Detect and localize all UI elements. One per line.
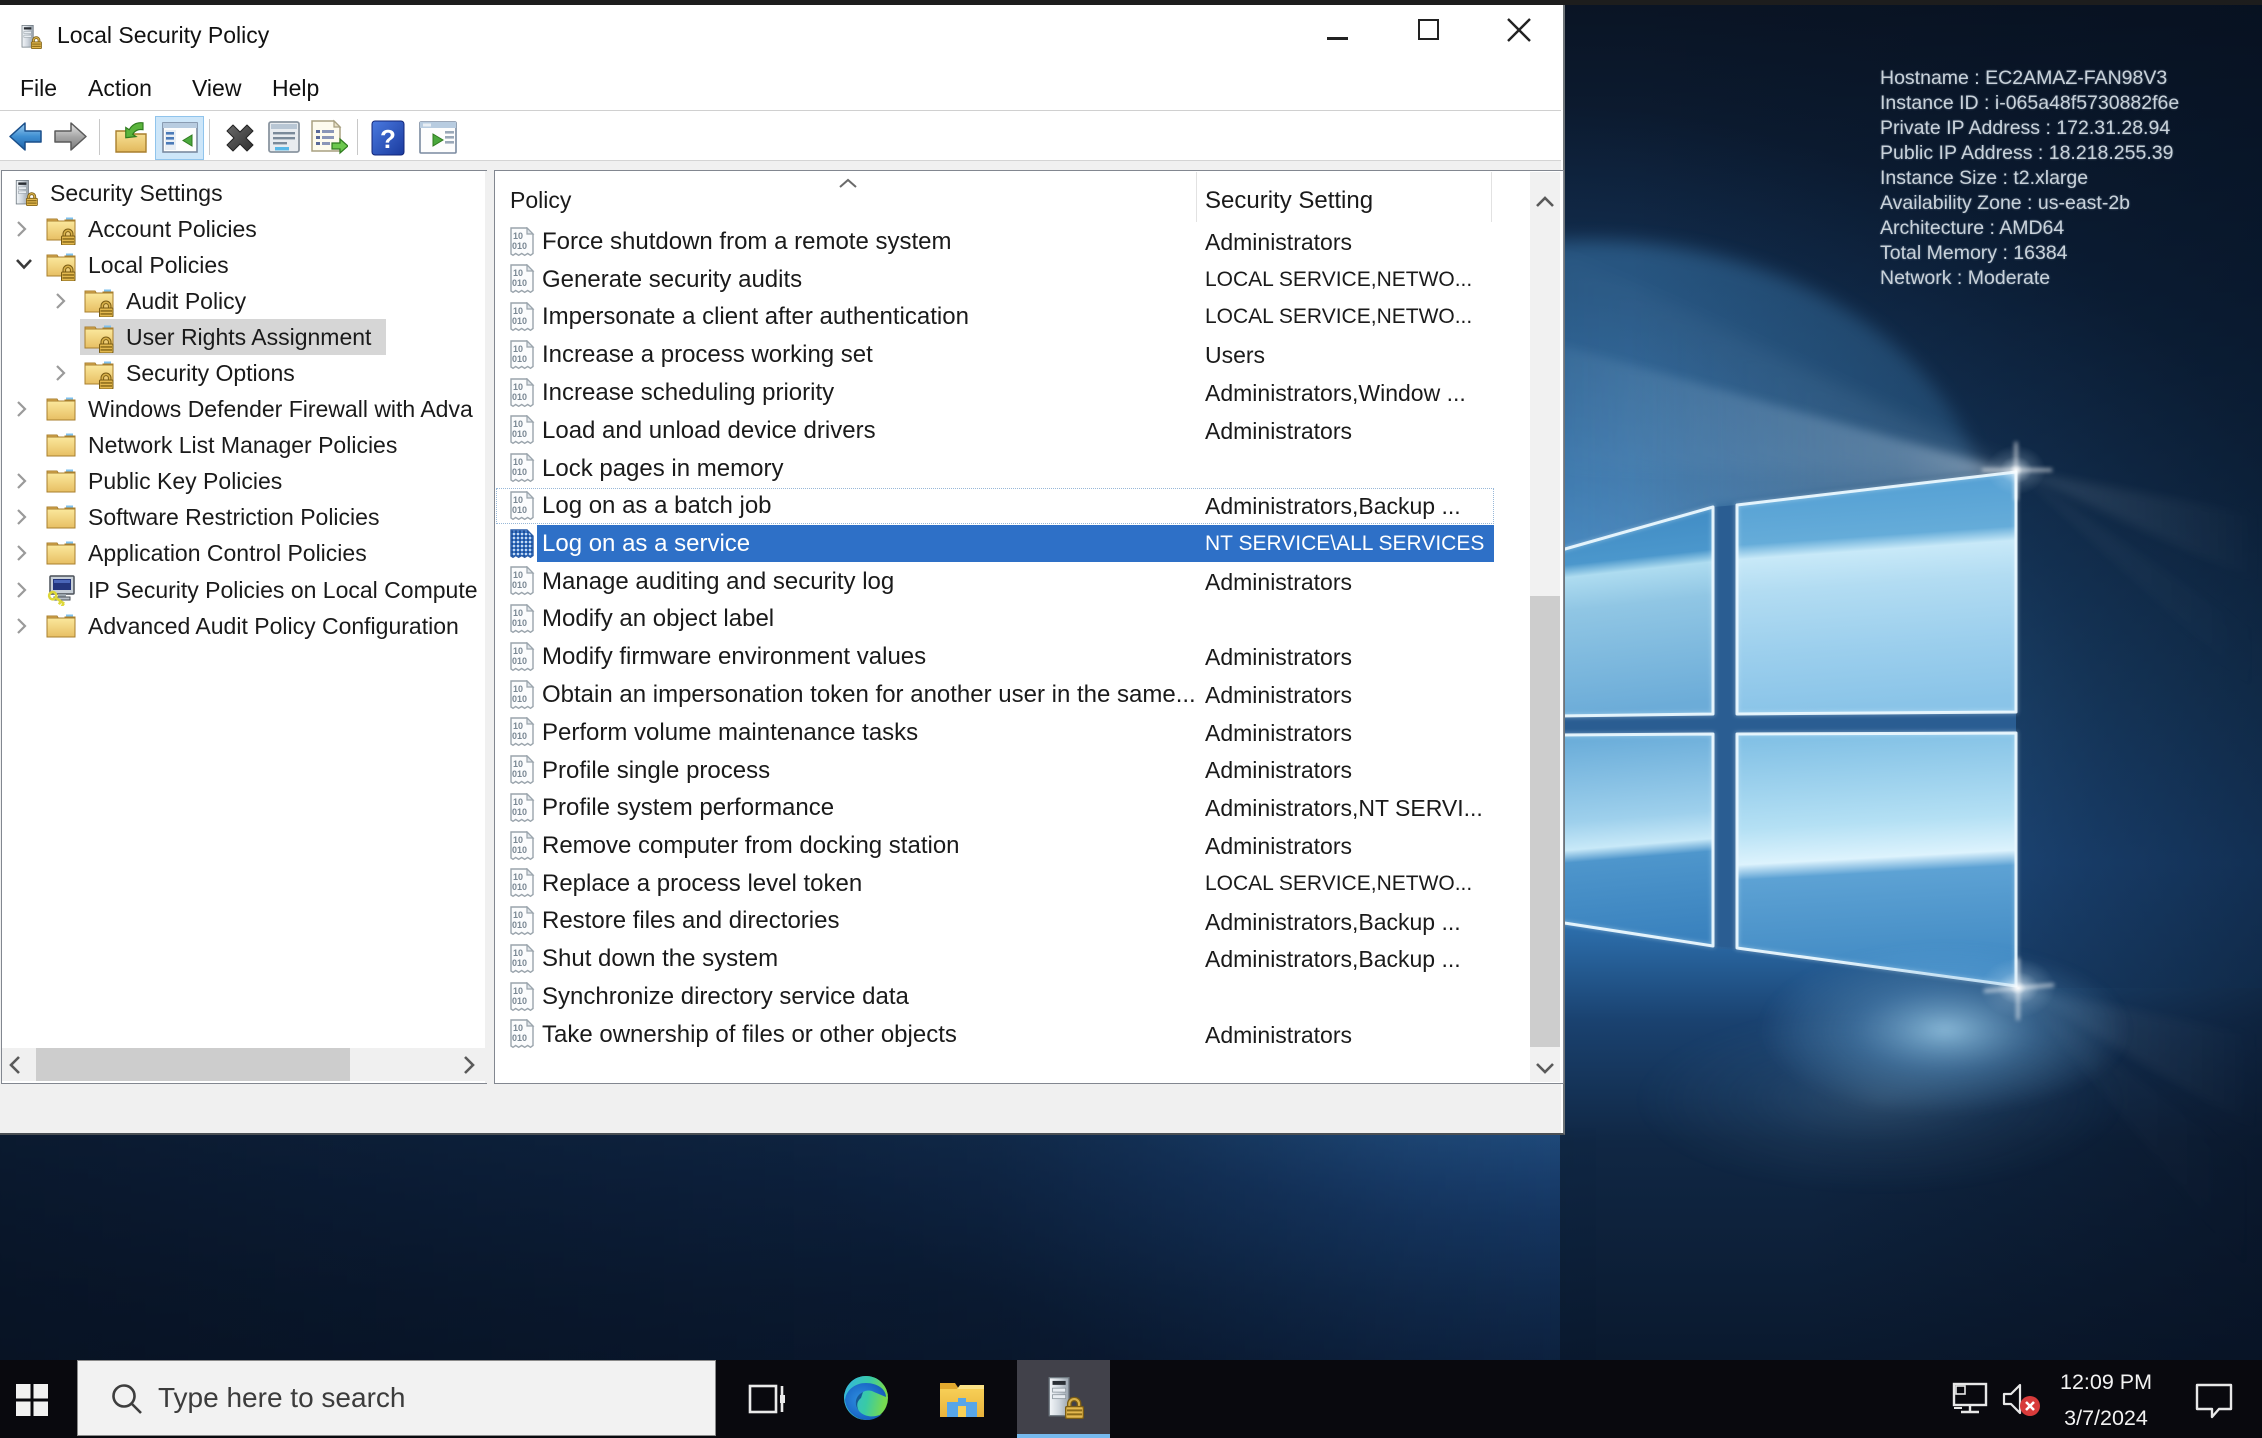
svg-text:10: 10	[513, 872, 523, 882]
svg-text:10: 10	[513, 570, 523, 580]
svg-text:010: 010	[512, 996, 527, 1006]
svg-text:10: 10	[513, 797, 523, 807]
svg-text:010: 010	[512, 920, 527, 930]
svg-text:010: 010	[512, 278, 527, 288]
svg-text:010: 010	[512, 882, 527, 892]
svg-text:010: 010	[512, 392, 527, 402]
svg-text:10: 10	[513, 684, 523, 694]
svg-text:010: 010	[512, 845, 527, 855]
svg-text:10: 10	[513, 759, 523, 769]
svg-text:010: 010	[512, 429, 527, 439]
svg-text:10: 10	[513, 382, 523, 392]
svg-text:?: ?	[380, 124, 396, 154]
svg-text:010: 010	[512, 958, 527, 968]
svg-text:10: 10	[513, 835, 523, 845]
svg-text:010: 010	[512, 656, 527, 666]
svg-text:010: 010	[512, 731, 527, 741]
svg-text:10: 10	[513, 495, 523, 505]
svg-text:10: 10	[513, 419, 523, 429]
svg-text:010: 010	[512, 467, 527, 477]
svg-text:10: 10	[513, 268, 523, 278]
svg-text:10: 10	[513, 344, 523, 354]
svg-text:010: 010	[512, 618, 527, 628]
svg-text:10: 10	[513, 457, 523, 467]
svg-text:10: 10	[513, 721, 523, 731]
svg-text:010: 010	[512, 316, 527, 326]
svg-text:010: 010	[512, 769, 527, 779]
svg-text:10: 10	[513, 231, 523, 241]
svg-text:010: 010	[512, 354, 527, 364]
svg-text:010: 010	[512, 505, 527, 515]
svg-text:10: 10	[513, 910, 523, 920]
svg-text:10: 10	[513, 948, 523, 958]
svg-text:10: 10	[513, 306, 523, 316]
svg-text:10: 10	[513, 608, 523, 618]
svg-text:010: 010	[512, 807, 527, 817]
svg-text:010: 010	[512, 1033, 527, 1043]
svg-text:10: 10	[513, 1023, 523, 1033]
svg-text:10: 10	[513, 646, 523, 656]
svg-text:10: 10	[513, 986, 523, 996]
svg-text:010: 010	[512, 694, 527, 704]
svg-text:010: 010	[512, 241, 527, 251]
svg-text:010: 010	[512, 580, 527, 590]
